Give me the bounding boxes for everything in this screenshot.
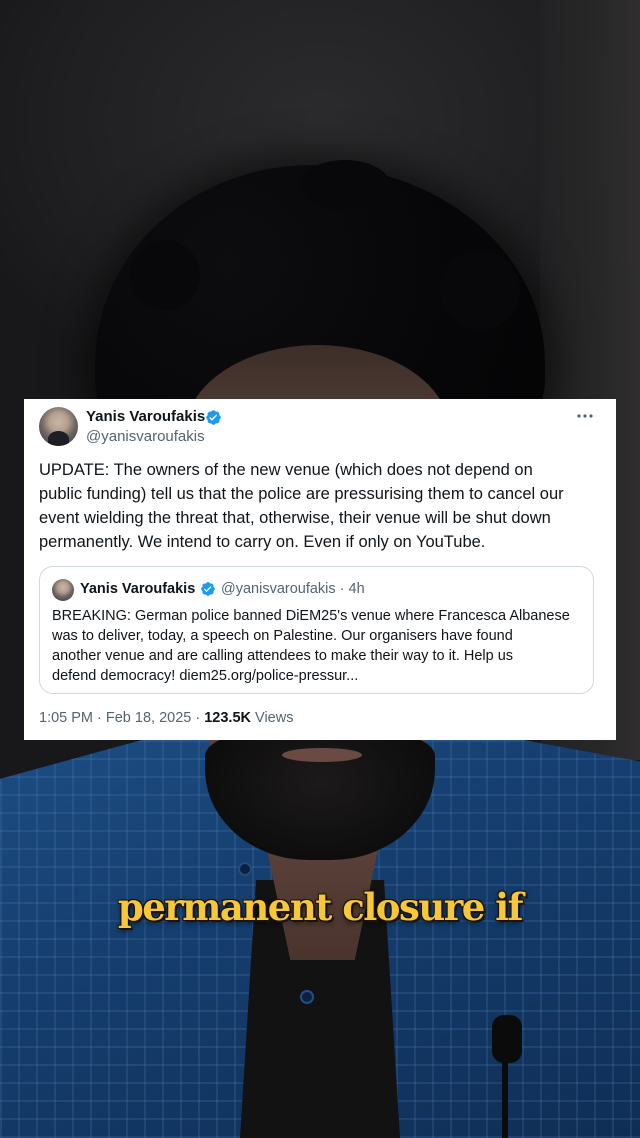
tweet-metadata: 1:05 PM · Feb 18, 2025 · 123.5K Views bbox=[39, 710, 293, 726]
lapel-microphone bbox=[492, 1015, 522, 1063]
tweet-timestamp[interactable]: 1:05 PM · Feb 18, 2025 · bbox=[39, 710, 204, 726]
author-name[interactable]: Yanis Varoufakis bbox=[86, 408, 205, 425]
hair-curl bbox=[440, 250, 520, 330]
author-handle[interactable]: @yanisvaroufakis bbox=[86, 428, 205, 445]
microphone-cable bbox=[502, 1060, 508, 1138]
person-lips bbox=[282, 748, 362, 762]
views-label: Views bbox=[251, 710, 294, 726]
quoted-author-avatar bbox=[52, 579, 74, 601]
views-count: 123.5K bbox=[204, 710, 251, 726]
quoted-author-name: Yanis Varoufakis bbox=[80, 581, 196, 597]
author-avatar[interactable] bbox=[39, 407, 78, 446]
shirt-button bbox=[238, 862, 252, 876]
tweet-card[interactable]: Yanis Varoufakis @yanisvaroufakis UPDATE… bbox=[24, 399, 616, 740]
hair-curl bbox=[130, 240, 200, 310]
shirt-button bbox=[300, 990, 314, 1004]
more-options-icon[interactable] bbox=[576, 407, 594, 425]
tweet-text: UPDATE: The owners of the new venue (whi… bbox=[39, 461, 564, 551]
quoted-author-handle-time: @yanisvaroufakis · 4h bbox=[221, 581, 365, 597]
verified-badge-icon bbox=[201, 582, 215, 596]
quoted-tweet-text: BREAKING: German police banned DiEM25's … bbox=[52, 608, 570, 684]
verified-badge-icon bbox=[206, 410, 221, 425]
hair-curl bbox=[300, 160, 390, 210]
quoted-tweet[interactable]: Yanis Varoufakis @yanisvaroufakis · 4h B… bbox=[39, 566, 594, 694]
video-caption: permanent closure if bbox=[117, 885, 524, 929]
